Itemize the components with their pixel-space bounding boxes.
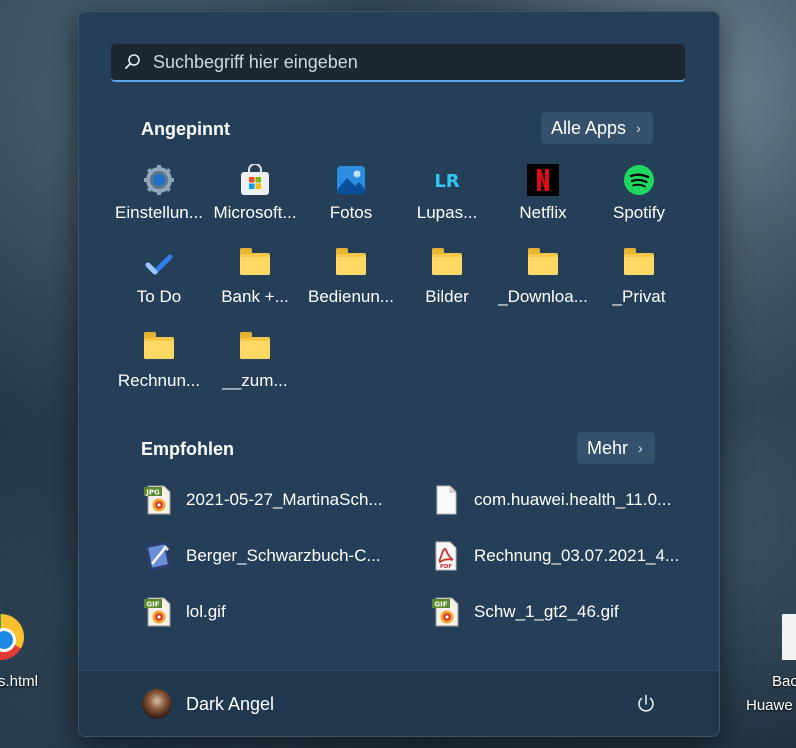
document-icon[interactable] xyxy=(782,614,796,660)
search-input[interactable] xyxy=(143,50,685,74)
spotify-icon xyxy=(623,164,655,196)
more-label: Mehr xyxy=(587,437,629,458)
recommended-item-label: Schw_1_gt2_46.gif xyxy=(474,602,619,621)
recommended-item-label: 2021-05-27_MartinaSch... xyxy=(186,490,383,509)
chevron-right-icon: › xyxy=(638,440,643,456)
gif-file-icon: GIF xyxy=(430,596,462,628)
svg-text:LR: LR xyxy=(434,171,459,192)
photos-icon xyxy=(335,164,367,196)
recommended-item[interactable]: com.huawei.health_11.0... xyxy=(430,480,671,520)
start-footer: Dark Angel xyxy=(79,670,719,736)
recommended-item[interactable]: Berger_Schwarzbuch-C... xyxy=(142,536,381,576)
file-icon xyxy=(430,484,462,516)
recommended-item[interactable]: GIF lol.gif xyxy=(142,592,226,632)
app-label: _Privat xyxy=(612,287,666,306)
recommended-item-label: lol.gif xyxy=(186,602,226,621)
app-label: Einstellun... xyxy=(115,203,203,222)
pinned-folder-downloads[interactable]: _Downloa... xyxy=(495,240,591,320)
app-label: Fotos xyxy=(329,203,373,222)
svg-text:GIF: GIF xyxy=(146,601,159,609)
app-label: Spotify xyxy=(613,203,665,222)
pinned-app-store[interactable]: Microsoft... xyxy=(207,156,303,236)
folder-icon xyxy=(335,248,367,280)
app-label: To Do xyxy=(136,287,182,306)
folder-icon xyxy=(431,248,463,280)
pinned-app-spotify[interactable]: Spotify xyxy=(591,156,687,236)
app-label: __zum... xyxy=(222,371,288,390)
pinned-folder-privat[interactable]: _Privat xyxy=(591,240,687,320)
svg-text:GIF: GIF xyxy=(434,601,447,609)
app-label: _Downloa... xyxy=(498,287,588,306)
folder-icon xyxy=(623,248,655,280)
app-label: Rechnun... xyxy=(117,371,201,390)
pdf-file-icon: PDF xyxy=(430,540,462,572)
avatar[interactable] xyxy=(142,689,172,719)
app-label: Lupas... xyxy=(416,203,478,222)
pinned-folder-bilder[interactable]: Bilder xyxy=(399,240,495,320)
ebook-file-icon xyxy=(142,540,174,572)
app-label: Bank +... xyxy=(221,287,289,306)
svg-text:PDF: PDF xyxy=(440,564,453,570)
folder-icon xyxy=(143,332,175,364)
user-name[interactable]: Dark Angel xyxy=(186,694,274,715)
search-box[interactable] xyxy=(111,44,685,82)
folder-icon xyxy=(527,248,559,280)
jpg-file-icon: JPG xyxy=(142,484,174,516)
pinned-app-todo[interactable]: To Do xyxy=(111,240,207,320)
app-label: Bilder xyxy=(425,287,469,306)
folder-icon xyxy=(239,332,271,364)
pinned-title: Angepinnt xyxy=(141,119,230,139)
power-icon[interactable] xyxy=(635,693,657,715)
recommended-item[interactable]: JPG 2021-05-27_MartinaSch... xyxy=(142,480,383,520)
chevron-right-icon: › xyxy=(636,120,641,136)
todo-icon xyxy=(143,248,175,280)
all-apps-label: Alle Apps xyxy=(551,117,627,138)
app-label: Bedienun... xyxy=(307,287,394,306)
more-button[interactable]: Mehr › xyxy=(577,432,655,464)
pinned-app-photos[interactable]: Fotos xyxy=(303,156,399,236)
chrome-icon[interactable] xyxy=(0,614,24,660)
desktop-item-label[interactable]: Huawe xyxy=(746,697,793,714)
pinned-folder-bedienun[interactable]: Bedienun... xyxy=(303,240,399,320)
app-label: Netflix xyxy=(519,203,567,222)
recommended-item[interactable]: PDF Rechnung_03.07.2021_4... xyxy=(430,536,679,576)
pinned-app-netflix[interactable]: Netflix xyxy=(495,156,591,236)
desktop-item-label[interactable]: Bac xyxy=(772,673,796,690)
folder-icon xyxy=(239,248,271,280)
app-label: Microsoft... xyxy=(213,203,297,222)
store-icon xyxy=(239,163,271,196)
pinned-folder-rechnun[interactable]: Rechnun... xyxy=(111,324,207,404)
start-menu: Angepinnt Alle Apps › Einstellun... Micr… xyxy=(78,11,720,737)
lightroom-icon: LR xyxy=(431,164,463,196)
netflix-icon xyxy=(527,164,559,196)
pinned-folder-bank[interactable]: Bank +... xyxy=(207,240,303,320)
pinned-app-lupas[interactable]: LR Lupas... xyxy=(399,156,495,236)
desktop-item-label[interactable]: s.html xyxy=(0,673,38,690)
search-icon xyxy=(123,52,143,72)
pinned-folder-zum[interactable]: __zum... xyxy=(207,324,303,404)
svg-text:JPG: JPG xyxy=(145,489,160,497)
recommended-item-label: Berger_Schwarzbuch-C... xyxy=(186,546,381,565)
recommended-title: Empfohlen xyxy=(141,439,234,459)
recommended-item[interactable]: GIF Schw_1_gt2_46.gif xyxy=(430,592,619,632)
recommended-item-label: Rechnung_03.07.2021_4... xyxy=(474,546,680,565)
gif-file-icon: GIF xyxy=(142,596,174,628)
pinned-app-settings[interactable]: Einstellun... xyxy=(111,156,207,236)
all-apps-button[interactable]: Alle Apps › xyxy=(541,112,653,144)
settings-icon xyxy=(143,164,175,196)
recommended-item-label: com.huawei.health_11.0... xyxy=(474,490,672,509)
